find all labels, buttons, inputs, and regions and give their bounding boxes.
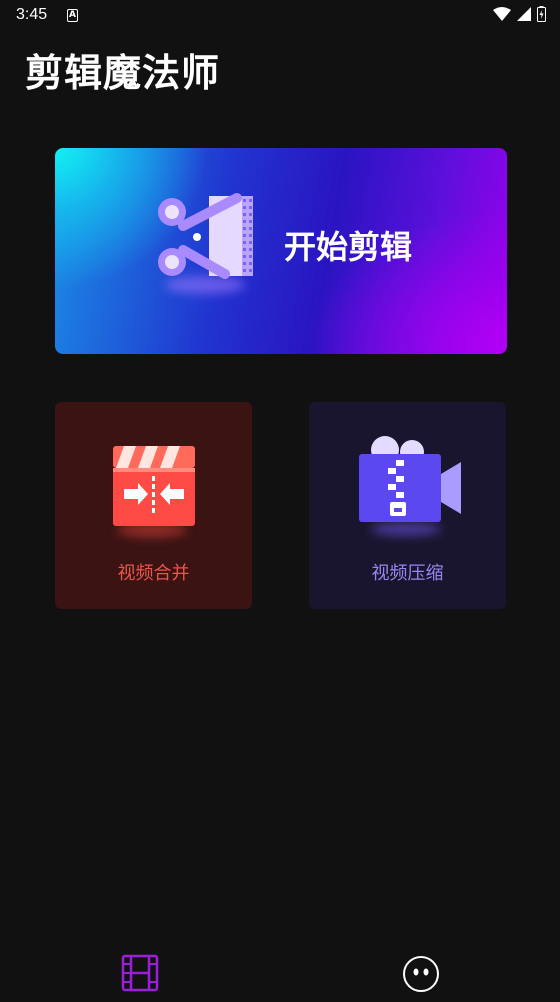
battery-icon [537,6,546,22]
nav-profile-tab[interactable] [402,955,440,997]
start-editing-label: 开始剪辑 [284,228,413,266]
nav-home-tab[interactable] [121,954,159,996]
film-strip-icon [121,954,159,992]
video-zip-icon [359,436,461,522]
scissors-film-icon [158,193,253,279]
video-compress-label: 视频压缩 [371,563,444,584]
video-compress-button[interactable]: 视频压缩 [309,402,506,609]
notification-icon: A [67,9,78,22]
status-bar: 3:45 A [0,0,560,32]
clapperboard-merge-icon [113,446,195,526]
start-editing-button[interactable]: 开始剪辑 [55,148,507,354]
bottom-nav [0,940,560,1002]
video-merge-label: 视频合并 [117,563,190,584]
video-merge-button[interactable]: 视频合并 [55,402,252,609]
wifi-icon [493,7,511,21]
signal-icon [517,7,531,21]
status-time: 3:45 [16,6,48,23]
app-title: 剪辑魔法师 [25,51,221,95]
status-icons [493,6,546,22]
face-icon [403,956,439,992]
